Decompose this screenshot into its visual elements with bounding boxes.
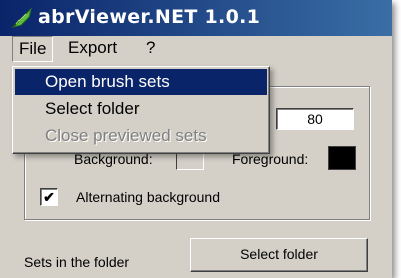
select-folder-button[interactable]: Select folder — [190, 238, 368, 272]
sets-in-folder-label: Sets in the folder — [24, 254, 130, 270]
menu-item-open-brush-sets[interactable]: Open brush sets — [15, 69, 267, 95]
alternating-background-label: Alternating background — [76, 189, 220, 205]
file-menu-dropdown: Open brush sets Select folder Close prev… — [12, 66, 270, 154]
size-input[interactable]: 80 — [276, 108, 354, 130]
menu-bar: File Export ? — [0, 36, 392, 62]
checkmark-icon: ✔ — [43, 189, 55, 205]
title-bar[interactable]: abrViewer.NET 1.0.1 — [0, 0, 392, 36]
foreground-color-swatch[interactable] — [328, 146, 356, 170]
menu-export[interactable]: Export — [62, 36, 123, 62]
menu-file[interactable]: File — [12, 36, 54, 62]
app-window: abrViewer.NET 1.0.1 File Export ? 80 Bac… — [0, 0, 392, 278]
menu-item-select-folder[interactable]: Select folder — [15, 96, 267, 122]
alternating-background-checkbox[interactable]: ✔ — [40, 188, 58, 206]
menu-help[interactable]: ? — [140, 36, 161, 62]
feather-brush-icon — [11, 7, 32, 28]
menu-item-close-previewed-sets: Close previewed sets — [45, 126, 207, 145]
window-title: abrViewer.NET 1.0.1 — [38, 6, 261, 28]
